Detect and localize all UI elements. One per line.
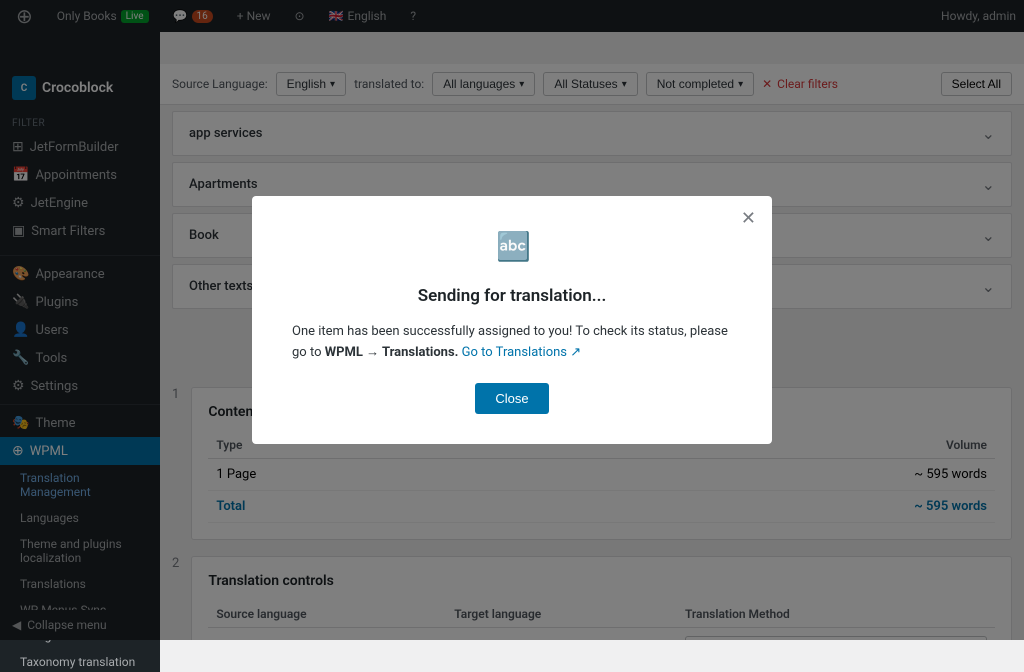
modal-close-btn[interactable]: Close <box>475 383 548 414</box>
modal-close-button[interactable]: ✕ <box>741 208 756 229</box>
modal-overlay: ✕ 🔤 Sending for translation... One item … <box>0 0 1024 640</box>
sidebar-item-taxonomy-translation[interactable]: Taxonomy translation <box>0 649 160 672</box>
go-to-translations-link[interactable]: Go to Translations ↗ <box>462 345 581 360</box>
modal-wpml-link-text: WPML → Translations. <box>325 345 459 360</box>
modal-title: Sending for translation... <box>292 286 732 306</box>
modal-translate-icon: 🔤 <box>292 226 732 274</box>
svg-text:🔤: 🔤 <box>496 230 531 263</box>
modal-dialog: ✕ 🔤 Sending for translation... One item … <box>252 196 772 445</box>
modal-body: One item has been successfully assigned … <box>292 322 732 364</box>
